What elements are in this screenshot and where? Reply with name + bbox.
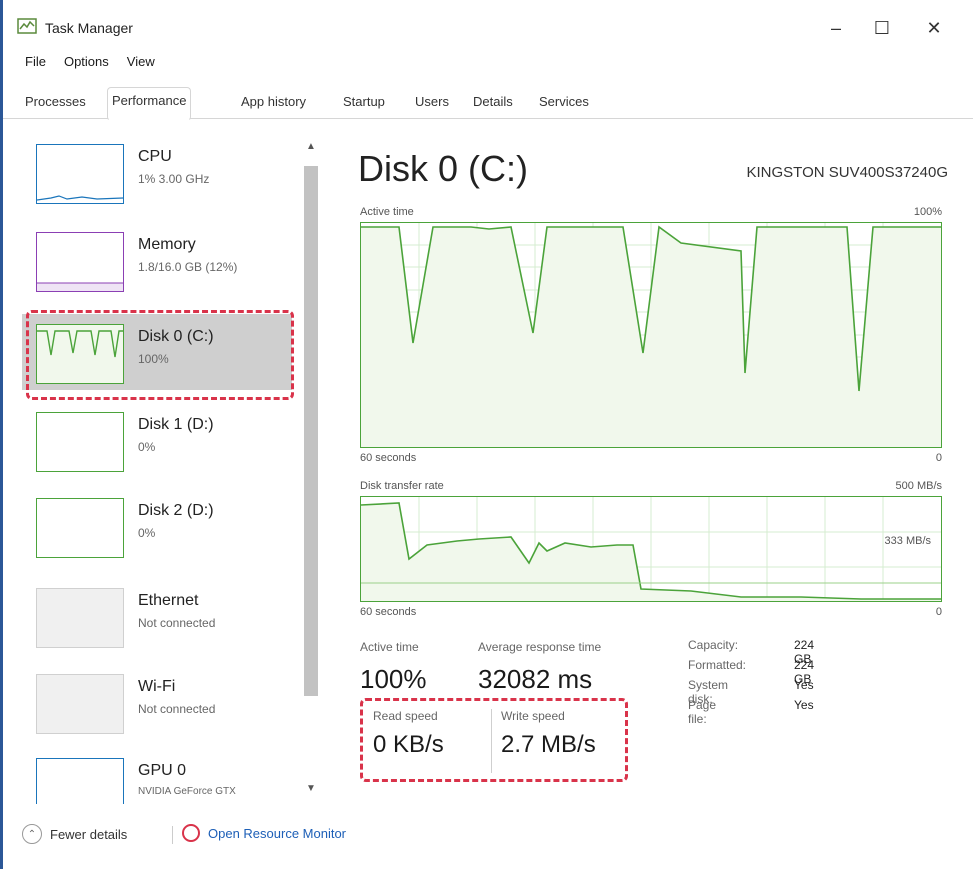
footer-divider bbox=[172, 826, 173, 844]
property-key: Page file: bbox=[688, 698, 717, 726]
close-button[interactable]: ✕ bbox=[911, 10, 957, 46]
disk1-thumbnail-graph bbox=[36, 412, 124, 472]
tab-startup[interactable]: Startup bbox=[339, 90, 389, 113]
disk-stats: Active time 100% Average response time 3… bbox=[358, 634, 958, 804]
chevron-up-icon: ⌃ bbox=[22, 824, 42, 844]
active-time-graph-svg bbox=[361, 223, 941, 447]
gpu-thumbnail-graph bbox=[36, 758, 124, 804]
avg-response-value: 32082 ms bbox=[478, 664, 593, 694]
fewer-details-label: Fewer details bbox=[50, 826, 128, 842]
tab-app-history[interactable]: App history bbox=[237, 90, 310, 113]
disk-title: Disk 0 (C:) bbox=[358, 148, 528, 189]
tab-users[interactable]: Users bbox=[411, 90, 453, 113]
active-time-x-left: 60 seconds bbox=[360, 452, 417, 464]
ethernet-thumbnail-graph bbox=[36, 588, 124, 648]
tab-details[interactable]: Details bbox=[469, 90, 517, 113]
maximize-button[interactable]: ☐ bbox=[859, 10, 905, 46]
task-manager-icon bbox=[17, 18, 37, 34]
window-edge bbox=[0, 0, 3, 869]
fewer-details-button[interactable]: ⌃ Fewer details bbox=[22, 824, 127, 844]
sidebar-item-name: Disk 0 (C:) bbox=[138, 328, 214, 345]
sidebar-item-wifi[interactable]: Wi-Fi Not connected bbox=[22, 664, 292, 740]
transfer-rate-graph: 333 MB/s bbox=[360, 496, 942, 602]
wifi-thumbnail-graph bbox=[36, 674, 124, 734]
sidebar-item-sub: 100% bbox=[138, 352, 169, 366]
open-resource-monitor-link[interactable]: Open Resource Monitor bbox=[182, 824, 346, 842]
sidebar-item-disk2[interactable]: Disk 2 (D:) 0% bbox=[22, 488, 292, 564]
disk-detail-panel: Disk 0 (C:) KINGSTON SUV400S37240G Activ… bbox=[340, 134, 960, 814]
sidebar-item-name: Wi-Fi bbox=[138, 678, 176, 695]
sidebar-item-sub: 1.8/16.0 GB (12%) bbox=[138, 260, 238, 274]
sidebar-item-sub: Not connected bbox=[138, 616, 216, 630]
read-speed-label: Read speed bbox=[373, 709, 438, 723]
menu-view[interactable]: View bbox=[125, 52, 157, 76]
sidebar-item-name: GPU 0 bbox=[138, 762, 187, 779]
open-resource-monitor-label: Open Resource Monitor bbox=[208, 825, 347, 841]
sidebar-scrollbar[interactable]: ▲ ▼ bbox=[300, 138, 322, 802]
menu-bar: File Options View bbox=[3, 52, 157, 76]
tab-bar: Processes Performance App history Startu… bbox=[3, 84, 973, 121]
active-time-x-right: 0 bbox=[935, 452, 942, 464]
sidebar-item-cpu[interactable]: CPU 1% 3.00 GHz bbox=[22, 134, 292, 210]
scroll-thumb[interactable] bbox=[304, 166, 318, 696]
transfer-x-left: 60 seconds bbox=[360, 606, 417, 618]
cpu-thumbnail-graph bbox=[36, 144, 124, 204]
transfer-rate-mid: 333 MB/s bbox=[884, 535, 931, 547]
sidebar-item-sub: 0% bbox=[138, 440, 156, 454]
sidebar-item-sub: 0% bbox=[138, 526, 156, 540]
task-manager-window: Task Manager – ☐ ✕ File Options View Pro… bbox=[0, 0, 973, 869]
sidebar-item-name: Disk 2 (D:) bbox=[138, 502, 214, 519]
transfer-rate-max: 500 MB/s bbox=[895, 480, 942, 492]
write-speed-value: 2.7 MB/s bbox=[501, 731, 596, 758]
title-bar[interactable]: Task Manager – ☐ ✕ bbox=[3, 0, 973, 48]
property-value: Yes bbox=[794, 698, 814, 712]
sidebar-item-name: Disk 1 (D:) bbox=[138, 416, 214, 433]
write-speed-label: Write speed bbox=[501, 709, 565, 723]
property-key: Capacity: bbox=[688, 638, 739, 652]
avg-response-label: Average response time bbox=[478, 640, 602, 654]
property-value: Yes bbox=[794, 678, 814, 692]
read-write-divider bbox=[491, 709, 492, 773]
active-time-stat-value: 100% bbox=[360, 664, 427, 694]
transfer-rate-label: Disk transfer rate bbox=[360, 480, 444, 492]
sidebar-item-disk1[interactable]: Disk 1 (D:) 0% bbox=[22, 402, 292, 478]
active-time-label: Active time bbox=[360, 206, 414, 218]
active-time-max: 100% bbox=[913, 206, 942, 218]
tab-services[interactable]: Services bbox=[535, 90, 593, 113]
transfer-x-right: 0 bbox=[935, 606, 942, 618]
sidebar-item-gpu0[interactable]: GPU 0 NVIDIA GeForce GTX bbox=[22, 748, 292, 804]
active-time-stat-label: Active time bbox=[360, 640, 419, 654]
disk-model: KINGSTON SUV400S37240G bbox=[746, 164, 949, 181]
sidebar-item-name: CPU bbox=[138, 148, 172, 165]
minimize-button[interactable]: – bbox=[813, 10, 859, 46]
scroll-up-icon[interactable]: ▲ bbox=[304, 140, 318, 154]
sidebar-item-memory[interactable]: Memory 1.8/16.0 GB (12%) bbox=[22, 222, 292, 298]
tab-processes[interactable]: Processes bbox=[21, 90, 90, 113]
sidebar-item-sub: Not connected bbox=[138, 702, 216, 716]
active-time-graph bbox=[360, 222, 942, 448]
window-title: Task Manager bbox=[45, 20, 133, 36]
resource-sidebar: CPU 1% 3.00 GHz Memory 1.8/16.0 GB (12%)… bbox=[22, 134, 300, 804]
sidebar-item-sub: NVIDIA GeForce GTX bbox=[138, 786, 236, 797]
scroll-down-icon[interactable]: ▼ bbox=[304, 782, 318, 796]
resource-monitor-icon bbox=[182, 824, 200, 842]
sidebar-item-disk0[interactable]: Disk 0 (C:) 100% bbox=[22, 314, 292, 390]
read-speed-value: 0 KB/s bbox=[373, 731, 444, 758]
menu-options[interactable]: Options bbox=[62, 52, 111, 76]
transfer-rate-graph-svg bbox=[361, 497, 941, 601]
sidebar-item-name: Memory bbox=[138, 236, 196, 253]
memory-thumbnail-graph bbox=[36, 232, 124, 292]
disk0-thumbnail-graph bbox=[36, 324, 124, 384]
property-key: Formatted: bbox=[688, 658, 747, 672]
sidebar-item-name: Ethernet bbox=[138, 592, 199, 609]
read-write-highlight: Read speed 0 KB/s Write speed 2.7 MB/s bbox=[360, 698, 628, 782]
sidebar-item-ethernet[interactable]: Ethernet Not connected bbox=[22, 578, 292, 654]
sidebar-item-sub: 1% 3.00 GHz bbox=[138, 172, 210, 186]
menu-file[interactable]: File bbox=[23, 52, 48, 76]
tab-performance[interactable]: Performance bbox=[107, 87, 192, 121]
disk2-thumbnail-graph bbox=[36, 498, 124, 558]
